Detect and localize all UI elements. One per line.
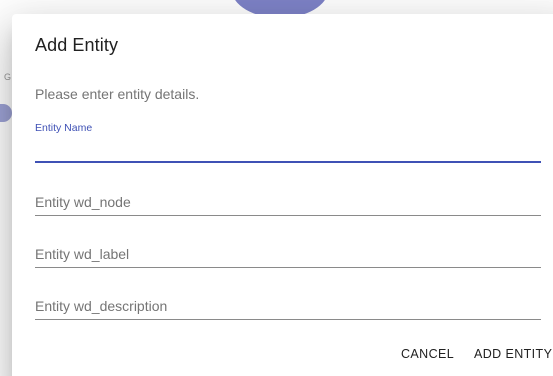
background-partial-text: G (4, 72, 12, 82)
entity-wd-description-field (35, 290, 541, 320)
background-pill-shape (0, 104, 12, 122)
cancel-button[interactable]: CANCEL (401, 347, 454, 361)
entity-name-underline (35, 161, 541, 163)
add-entity-button[interactable]: ADD ENTITY (474, 347, 552, 361)
entity-name-input[interactable] (35, 135, 541, 163)
page-backdrop: G Add Entity Please enter entity details… (0, 0, 553, 376)
entity-wd-label-field (35, 238, 541, 268)
entity-wd-node-underline (35, 215, 541, 216)
dialog-description: Please enter entity details. (35, 86, 200, 102)
entity-wd-label-underline (35, 267, 541, 268)
entity-wd-description-input[interactable] (35, 292, 541, 320)
entity-wd-label-input[interactable] (35, 240, 541, 268)
dialog-actions: CANCEL ADD ENTITY (12, 347, 553, 367)
dialog-title: Add Entity (35, 35, 119, 55)
entity-wd-node-field (35, 186, 541, 216)
add-entity-dialog: Add Entity Please enter entity details. … (12, 14, 553, 376)
entity-wd-node-input[interactable] (35, 188, 541, 216)
entity-name-field: Entity Name (35, 122, 541, 163)
entity-wd-description-underline (35, 319, 541, 320)
entity-name-label: Entity Name (35, 122, 93, 134)
